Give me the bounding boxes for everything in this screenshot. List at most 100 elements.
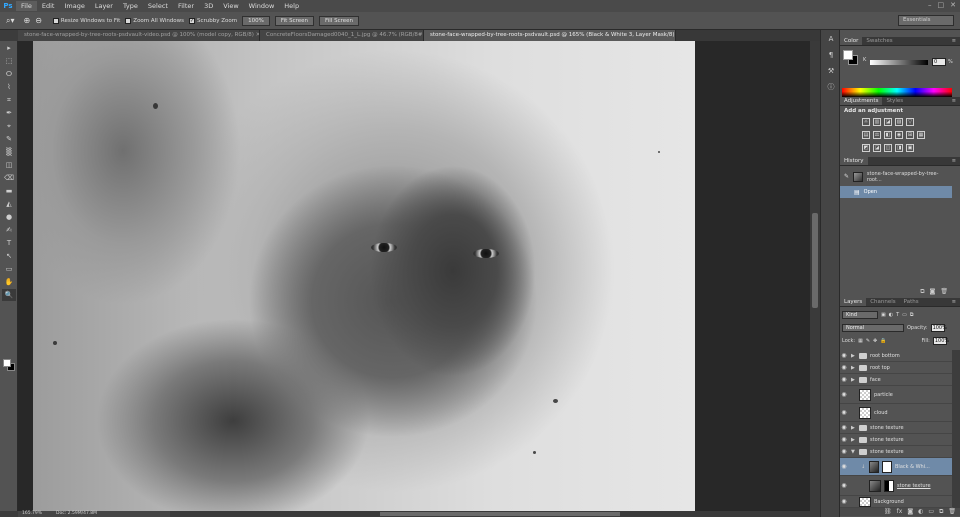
visibility-eye-icon[interactable]: ◉ — [840, 364, 848, 371]
new-layer-icon[interactable]: ⧉ — [939, 508, 943, 516]
horizontal-scroll-thumb[interactable] — [380, 512, 620, 516]
hand-tool-icon[interactable]: ✋ — [2, 276, 16, 288]
tab-color[interactable]: Color — [840, 37, 863, 45]
tab-swatches[interactable]: Swatches — [862, 37, 896, 45]
lock-position-icon[interactable]: ✥ — [873, 338, 877, 344]
zoom-tool-icon[interactable]: ⌕▾ — [6, 16, 15, 26]
panel-menu-icon[interactable]: ≡ — [952, 37, 956, 46]
new-group-icon[interactable]: ▭ — [928, 508, 934, 516]
workspace-switcher[interactable]: Essentials — [898, 15, 954, 26]
type-tool-icon[interactable]: T — [2, 237, 16, 249]
visibility-eye-icon[interactable]: ◉ — [840, 436, 848, 443]
paragraph-panel-icon[interactable]: ¶ — [824, 49, 838, 62]
invert-icon[interactable]: ◩ — [862, 144, 870, 152]
gradient-map-icon[interactable]: ◨ — [895, 144, 903, 152]
menu-edit[interactable]: Edit — [37, 1, 60, 11]
collapse-triangle-icon[interactable]: ▼ — [851, 449, 856, 455]
menu-view[interactable]: View — [218, 1, 243, 11]
gradient-tool-icon[interactable]: ▬ — [2, 185, 16, 197]
vibrance-icon[interactable]: ▽ — [906, 118, 914, 126]
tab-layers[interactable]: Layers — [840, 298, 867, 306]
zoom-out-icon[interactable]: ⊖ — [35, 16, 42, 25]
selective-color-icon[interactable]: ▣ — [906, 144, 914, 152]
document-canvas[interactable] — [33, 41, 695, 511]
tab-history[interactable]: History — [840, 157, 868, 165]
new-document-from-state-icon[interactable]: ⧉ — [920, 288, 924, 296]
k-slider[interactable] — [870, 60, 928, 65]
resize-windows-checkbox[interactable]: Resize Windows to Fit — [52, 17, 120, 24]
canvas-horizontal-scrollbar[interactable] — [170, 511, 820, 517]
layer-row[interactable]: ◉ ▶ root bottom — [840, 350, 952, 362]
visibility-eye-icon[interactable]: ◉ — [840, 498, 848, 505]
zoom-in-icon[interactable]: ⊕ — [24, 16, 31, 25]
menu-layer[interactable]: Layer — [90, 1, 118, 11]
add-mask-icon[interactable]: ◙ — [907, 508, 913, 516]
expand-triangle-icon[interactable]: ▶ — [851, 437, 856, 443]
visibility-eye-icon[interactable]: ◉ — [840, 409, 848, 416]
color-balance-icon[interactable]: ⚖ — [873, 131, 881, 139]
clone-stamp-tool-icon[interactable]: ▒ — [2, 146, 16, 158]
dodge-tool-icon[interactable]: ● — [2, 211, 16, 223]
foreground-color-swatch[interactable] — [3, 359, 11, 367]
filter-adjustment-icon[interactable]: ◐ — [889, 312, 893, 318]
menu-window[interactable]: Window — [244, 1, 280, 11]
zoom-tool-icon[interactable]: 🔍 — [2, 289, 16, 301]
lock-all-icon[interactable]: 🔒 — [880, 338, 886, 344]
move-tool-icon[interactable]: ▸ — [2, 42, 16, 54]
character-panel-icon[interactable]: A — [824, 33, 838, 46]
lasso-tool-icon[interactable]: ⵔ — [2, 68, 16, 80]
canvas-vertical-scrollbar[interactable] — [810, 41, 820, 511]
menu-image[interactable]: Image — [59, 1, 89, 11]
layer-row[interactable]: ◉ ▶ stone texture — [840, 422, 952, 434]
k-value-input[interactable]: 0 — [932, 58, 946, 66]
tab-paths[interactable]: Paths — [900, 298, 923, 306]
layer-row-selected[interactable]: ◉ ↓ Black & Whi... — [840, 458, 952, 476]
menu-select[interactable]: Select — [143, 1, 173, 11]
vertical-scroll-thumb[interactable] — [812, 213, 818, 308]
layer-mask-thumbnail[interactable] — [882, 460, 892, 473]
blend-mode-dropdown[interactable]: Normal — [842, 324, 904, 332]
tab-channels[interactable]: Channels — [866, 298, 899, 306]
expand-triangle-icon[interactable]: ▶ — [851, 377, 856, 383]
zoom-level[interactable]: 165.79% — [22, 511, 42, 517]
layer-row[interactable]: ◉ particle — [840, 386, 952, 404]
document-tab-3-active[interactable]: stone-face-wrapped-by-tree-roots-psdvaul… — [424, 30, 676, 41]
filter-type-icon[interactable]: T — [896, 312, 899, 318]
photo-filter-icon[interactable]: ◉ — [895, 131, 903, 139]
tool-presets-icon[interactable]: ⚒ — [824, 65, 838, 78]
curves-icon[interactable]: ◪ — [884, 118, 892, 126]
menu-3d[interactable]: 3D — [199, 1, 218, 11]
visibility-eye-icon[interactable]: ◉ — [840, 376, 848, 383]
panel-menu-icon[interactable]: ≡ — [952, 97, 956, 106]
channel-mixer-icon[interactable]: ⊞ — [906, 131, 914, 139]
color-lookup-icon[interactable]: ▦ — [917, 131, 925, 139]
visibility-eye-icon[interactable]: ◉ — [840, 448, 848, 455]
pen-tool-icon[interactable]: ✍ — [2, 224, 16, 236]
eyedropper-tool-icon[interactable]: ✒ — [2, 107, 16, 119]
close-button[interactable]: ✕ — [950, 1, 956, 9]
fit-screen-button[interactable]: Fit Screen — [274, 15, 314, 26]
opacity-input[interactable]: 100% — [930, 324, 947, 332]
zoom-100-button[interactable]: 100% — [242, 15, 270, 26]
history-brush-source-icon[interactable]: ✎ — [844, 173, 849, 180]
visibility-eye-icon[interactable]: ◉ — [840, 424, 848, 431]
expand-triangle-icon[interactable]: ▶ — [851, 425, 856, 431]
maximize-button[interactable]: □ — [938, 1, 945, 9]
hue-saturation-icon[interactable]: ▤ — [862, 131, 870, 139]
fill-input[interactable]: 100% — [932, 337, 949, 345]
visibility-eye-icon[interactable]: ◉ — [840, 391, 848, 398]
blur-tool-icon[interactable]: ◭ — [2, 198, 16, 210]
visibility-eye-icon[interactable]: ◉ — [840, 463, 848, 470]
new-snapshot-icon[interactable]: ◙ — [930, 288, 936, 296]
tab-adjustments[interactable]: Adjustments — [840, 97, 883, 105]
exposure-icon[interactable]: ▨ — [895, 118, 903, 126]
canvas-area[interactable] — [18, 41, 820, 511]
layer-row[interactable]: ◉ ▶ stone texture — [840, 434, 952, 446]
visibility-eye-icon[interactable]: ◉ — [840, 352, 848, 359]
shape-tool-icon[interactable]: ▭ — [2, 263, 16, 275]
document-tab-2[interactable]: ConcreteFloorsDamaged0040_1_L.jpg @ 46.7… — [260, 30, 424, 41]
lock-transparency-icon[interactable]: ▦ — [858, 338, 863, 344]
panel-menu-icon[interactable]: ≡ — [952, 157, 956, 166]
delete-state-icon[interactable]: 🗑 — [940, 288, 948, 296]
menu-type[interactable]: Type — [118, 1, 143, 11]
